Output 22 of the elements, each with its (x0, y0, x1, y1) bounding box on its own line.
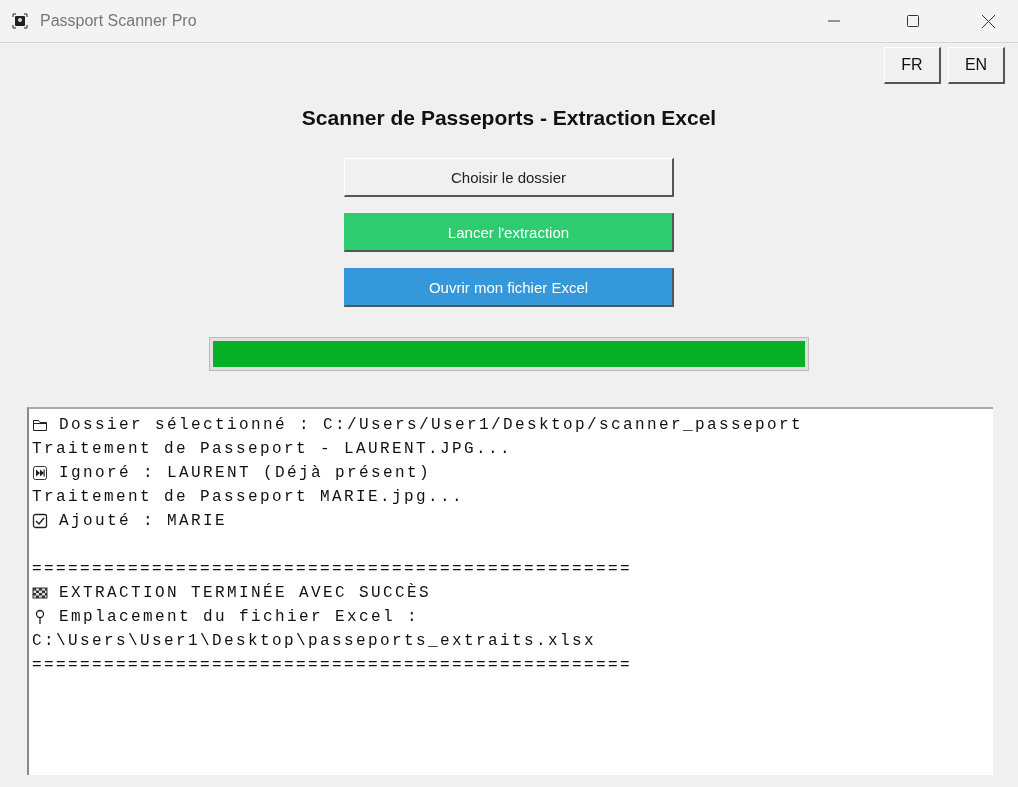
app-icon (12, 13, 28, 29)
window-title: Passport Scanner Pro (40, 12, 197, 30)
language-button[interactable]: FR (884, 47, 941, 84)
log-line: Traitement de Passeport MARIE.jpg... (32, 488, 465, 506)
log-line: ================================================== (32, 656, 633, 674)
action-button[interactable]: Choisir le dossier (344, 158, 674, 197)
maximize-icon[interactable] (907, 14, 919, 27)
log-line: ================================================== (32, 560, 633, 578)
checkbox-icon (32, 513, 48, 529)
log-line: Ajouté : MARIE (59, 512, 228, 530)
folder-icon (32, 417, 48, 433)
checkered-flag-icon (32, 585, 48, 601)
log-line: C:\Users\User1\Desktop\passeports_extraits.xlsx (32, 632, 597, 650)
app-heading: Scanner de Passeports - Extraction Excel (300, 106, 718, 130)
log-line: Dossier sélectionné : C:/Users/User1/Desktop/scanner_passeport (59, 416, 804, 434)
log-line: EXTRACTION TERMINÉE AVEC SUCCÈS (59, 584, 432, 602)
log-line: Ignoré : LAURENT (Déjà présent) (59, 464, 432, 482)
close-icon[interactable] (982, 14, 995, 28)
log-line: Emplacement du fichier Excel : (59, 608, 420, 626)
fast-forward-icon (32, 465, 48, 481)
log-line: Traitement de Passeport - LAURENT.JPG... (32, 440, 513, 458)
language-button[interactable]: EN (948, 47, 1005, 84)
